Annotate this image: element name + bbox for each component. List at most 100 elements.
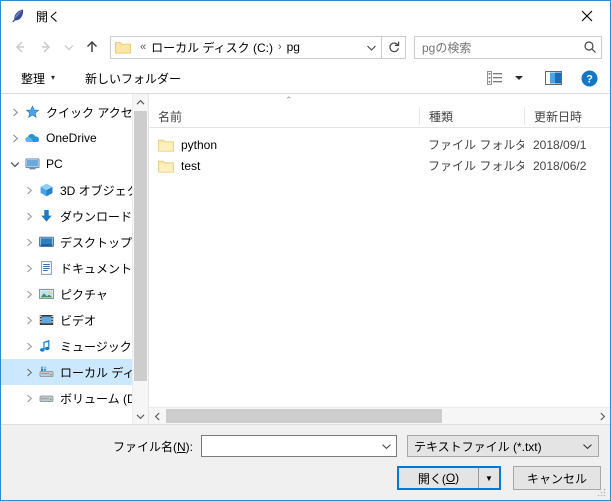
new-folder-label: 新しいフォルダー (85, 71, 182, 86)
column-header-name[interactable]: 名前 (149, 107, 419, 125)
open-button-group[interactable]: 開く(O) ▼ (397, 466, 501, 490)
chevron-down-icon[interactable] (133, 408, 148, 424)
document-icon (38, 260, 55, 276)
cancel-button[interactable]: キャンセル (513, 466, 601, 490)
file-name-cell: python (149, 138, 419, 152)
drive-icon (38, 390, 55, 406)
file-list-horizontal-scrollbar[interactable] (149, 407, 610, 424)
filename-label-pre: ファイル名( (112, 439, 177, 454)
new-folder-button[interactable]: 新しいフォルダー (79, 67, 187, 90)
feather-icon (10, 8, 26, 24)
chevron-left-icon[interactable] (149, 408, 165, 424)
address-prefix: « (140, 41, 147, 53)
file-name-label: test (181, 158, 201, 173)
column-header-type[interactable]: 種類 (419, 107, 524, 125)
sidebar-item-desktop[interactable]: デスクトップ (1, 229, 148, 255)
view-list-icon[interactable] (482, 67, 508, 89)
chevron-right-icon[interactable] (21, 182, 37, 198)
window-title: 開く (36, 9, 61, 24)
open-label-post: ) (455, 471, 460, 485)
sidebar-item-videos[interactable]: ビデオ (1, 307, 148, 333)
column-header-date[interactable]: 更新日時 (524, 107, 610, 125)
sidebar-item-onedrive[interactable]: OneDrive (1, 125, 148, 151)
sidebar-item-documents[interactable]: ドキュメント (1, 255, 148, 281)
organize-button[interactable]: 整理 ▾ (15, 67, 61, 90)
search-input[interactable]: pgの検索 (414, 35, 602, 59)
sort-ascending-icon: ⌃ (285, 95, 293, 105)
open-dropdown-button[interactable]: ▼ (479, 468, 499, 488)
chevron-up-icon[interactable] (133, 94, 148, 110)
file-list-pane: ⌃ 名前 種類 更新日時 python ファイル フォル 2018/09/1 t… (149, 94, 610, 424)
chevron-right-icon[interactable] (21, 260, 37, 276)
cloud-icon (24, 130, 41, 146)
close-button[interactable] (564, 1, 610, 31)
chevron-down-icon[interactable] (7, 156, 23, 172)
chevron-down-icon[interactable] (376, 442, 396, 451)
sidebar-item-music[interactable]: ミュージック (1, 333, 148, 359)
sidebar-item-pc[interactable]: PC (1, 151, 148, 177)
chevron-right-icon[interactable] (21, 364, 37, 380)
chevron-right-icon[interactable] (7, 130, 23, 146)
dialog-content: クイック アクセス OneDrive PC 3D オブジェクト ダウンロード デ… (1, 94, 610, 424)
table-row[interactable]: python ファイル フォルダー 2018/09/1 (149, 134, 610, 155)
help-icon[interactable]: ? (576, 67, 602, 89)
sidebar-item-label: OneDrive (46, 131, 97, 145)
file-rows: python ファイル フォルダー 2018/09/1 test (149, 128, 610, 176)
recent-locations-button[interactable] (59, 34, 79, 60)
column-headers: 名前 種類 更新日時 (149, 105, 610, 128)
chevron-right-icon[interactable] (21, 234, 37, 250)
table-row[interactable]: test ファイル フォルダー 2018/06/2 (149, 155, 610, 176)
file-date-cell: 2018/06/2 (533, 158, 587, 173)
sidebar-vertical-scrollbar[interactable] (132, 94, 148, 424)
chevron-right-icon[interactable] (594, 408, 610, 424)
chevron-right-icon[interactable] (21, 338, 37, 354)
open-button[interactable]: 開く(O) (399, 468, 479, 488)
scrollbar-thumb[interactable] (134, 111, 147, 381)
chevron-down-icon[interactable] (576, 442, 598, 451)
breadcrumb-segment-folder[interactable]: pg (286, 40, 301, 54)
sidebar-item-3d-objects[interactable]: 3D オブジェクト (1, 177, 148, 203)
back-button[interactable] (7, 34, 33, 60)
harddisk-icon (38, 364, 55, 380)
chevron-right-icon[interactable] (7, 104, 23, 120)
file-name-cell: test (149, 159, 419, 173)
chevron-right-icon[interactable] (21, 286, 37, 302)
forward-button[interactable] (33, 34, 59, 60)
chevron-right-icon[interactable] (21, 312, 37, 328)
open-file-dialog: 開く « ローカル ディスク (C:) › pg pgの検索 整理 ▾ 新しいフ… (0, 0, 611, 501)
file-type-cell: ファイル フォルダー (428, 159, 524, 173)
breadcrumb-separator: › (277, 41, 282, 53)
resize-grip-icon[interactable] (595, 486, 607, 498)
filename-input[interactable] (201, 435, 397, 457)
preview-pane-icon[interactable] (540, 67, 566, 89)
command-bar: 整理 ▾ 新しいフォルダー ? (1, 63, 610, 94)
download-icon (38, 208, 55, 224)
open-accesskey: O (445, 471, 456, 485)
file-type-filter-dropdown[interactable]: テキストファイル (*.txt) (407, 435, 599, 457)
star-icon (24, 104, 41, 120)
sidebar-item-pictures[interactable]: ピクチャ (1, 281, 148, 307)
sidebar-item-local-disk-c[interactable]: ローカル ディスク (C (1, 359, 148, 385)
sidebar-item-volume-d[interactable]: ボリューム (D:) (1, 385, 148, 411)
chevron-right-icon[interactable] (21, 390, 37, 406)
breadcrumb-segment-drive[interactable]: ローカル ディスク (C:) (150, 39, 274, 56)
search-icon[interactable] (579, 40, 601, 54)
view-dropdown-button[interactable] (510, 67, 528, 89)
dialog-footer: ファイル名(N): テキストファイル (*.txt) 開く(O) ▼ キャンセ… (1, 424, 610, 500)
address-bar[interactable]: « ローカル ディスク (C:) › pg (110, 35, 382, 59)
chevron-down-icon[interactable] (361, 37, 381, 58)
sidebar-item-downloads[interactable]: ダウンロード (1, 203, 148, 229)
file-type-filter-value: テキストファイル (*.txt) (414, 439, 542, 454)
file-type-cell: ファイル フォルダー (428, 138, 524, 152)
cube-icon (38, 182, 55, 198)
video-icon (38, 312, 55, 328)
scrollbar-thumb[interactable] (166, 409, 442, 423)
refresh-icon[interactable] (382, 35, 406, 59)
folder-icon (158, 159, 174, 173)
folder-tree: クイック アクセス OneDrive PC 3D オブジェクト ダウンロード デ… (1, 94, 148, 411)
chevron-right-icon[interactable] (21, 208, 37, 224)
sidebar-item-quick-access[interactable]: クイック アクセス (1, 99, 148, 125)
file-date-cell: 2018/09/1 (533, 137, 587, 152)
up-button[interactable] (79, 34, 105, 60)
sidebar-item-label: ミュージック (60, 339, 132, 354)
